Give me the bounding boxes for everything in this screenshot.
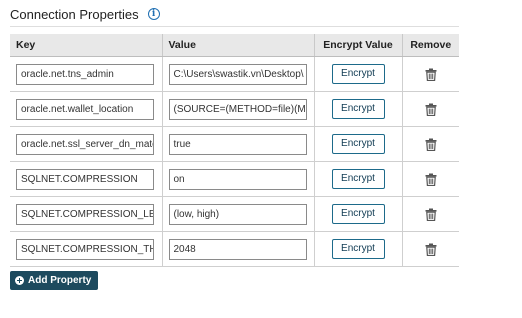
trash-icon [425, 138, 437, 151]
trash-icon [425, 103, 437, 116]
connection-properties-table: Key Value Encrypt Value Remove oracle.ne… [10, 34, 459, 267]
value-cell: (low, high) [161, 196, 314, 232]
property-value-input[interactable]: 2048 [168, 238, 307, 260]
value-cell: on [161, 161, 314, 197]
table-row: oracle.net.tns_admin C:\Users\swastik.vn\… [10, 56, 459, 92]
section-divider [10, 26, 459, 27]
encrypt-button[interactable]: Encrypt [331, 64, 385, 84]
key-cell: oracle.net.wallet_location [10, 91, 162, 127]
encrypt-button[interactable]: Encrypt [331, 169, 385, 189]
value-cell: 2048 [161, 231, 314, 267]
trash-icon [425, 68, 437, 81]
remove-cell[interactable] [401, 161, 459, 197]
column-header-key: Key [10, 34, 162, 57]
key-cell: oracle.net.ssl_server_dn_match [10, 126, 162, 162]
table-row: SQLNET.COMPRESSION_THRESHOLD 2048 Encrypt [10, 231, 459, 267]
remove-cell[interactable] [401, 196, 459, 232]
table-header-row: Key Value Encrypt Value Remove [10, 34, 459, 57]
property-value-input[interactable]: on [168, 168, 307, 190]
property-value-input[interactable]: (low, high) [168, 203, 307, 225]
key-cell: oracle.net.tns_admin [10, 56, 162, 92]
section-header: Connection Properties i [10, 4, 160, 24]
trash-icon [425, 173, 437, 186]
value-cell: (SOURCE=(METHOD=file)(METHOD_DATA= [161, 91, 314, 127]
property-key-input[interactable]: oracle.net.tns_admin [16, 63, 154, 85]
encrypt-button[interactable]: Encrypt [331, 134, 385, 154]
encrypt-cell: Encrypt [313, 56, 402, 92]
encrypt-cell: Encrypt [313, 196, 402, 232]
property-key-input[interactable]: oracle.net.wallet_location [16, 98, 154, 120]
table-row: oracle.net.wallet_location (SOURCE=(METHO… [10, 91, 459, 127]
property-value-input[interactable]: true [168, 133, 307, 155]
table-row: oracle.net.ssl_server_dn_match true Encryp… [10, 126, 459, 162]
encrypt-button[interactable]: Encrypt [331, 99, 385, 119]
section-title: Connection Properties [10, 6, 139, 22]
value-cell: C:\Users\swastik.vn\Desktop\ [161, 56, 314, 92]
encrypt-cell: Encrypt [313, 91, 402, 127]
encrypt-cell: Encrypt [313, 126, 402, 162]
column-header-value: Value [161, 34, 314, 57]
column-header-encrypt: Encrypt Value [313, 34, 402, 57]
add-property-label: Add Property [28, 275, 92, 286]
remove-cell[interactable] [401, 126, 459, 162]
remove-cell[interactable] [401, 91, 459, 127]
key-cell: SQLNET.COMPRESSION [10, 161, 162, 197]
table-row: SQLNET.COMPRESSION on Encrypt [10, 161, 459, 197]
encrypt-button[interactable]: Encrypt [331, 239, 385, 259]
encrypt-button[interactable]: Encrypt [331, 204, 385, 224]
trash-icon [425, 208, 437, 221]
plus-circle-icon [15, 276, 24, 285]
property-key-input[interactable]: SQLNET.COMPRESSION_LEVELS [16, 203, 154, 225]
encrypt-cell: Encrypt [313, 161, 402, 197]
key-cell: SQLNET.COMPRESSION_LEVELS [10, 196, 162, 232]
remove-cell[interactable] [401, 56, 459, 92]
property-key-input[interactable]: oracle.net.ssl_server_dn_match [16, 133, 154, 155]
property-key-input[interactable]: SQLNET.COMPRESSION [16, 168, 154, 190]
table-row: SQLNET.COMPRESSION_LEVELS (low, high) Encr… [10, 196, 459, 232]
info-icon[interactable]: i [147, 8, 160, 20]
trash-icon [425, 243, 437, 256]
key-cell: SQLNET.COMPRESSION_THRESHOLD [10, 231, 162, 267]
remove-cell[interactable] [401, 231, 459, 267]
value-cell: true [161, 126, 314, 162]
add-property-button[interactable]: Add Property [10, 271, 98, 290]
encrypt-cell: Encrypt [313, 231, 402, 267]
property-key-input[interactable]: SQLNET.COMPRESSION_THRESHOLD [16, 238, 154, 260]
property-value-input[interactable]: C:\Users\swastik.vn\Desktop\ [168, 63, 307, 85]
property-value-input[interactable]: (SOURCE=(METHOD=file)(METHOD_DATA= [168, 98, 307, 120]
column-header-remove: Remove [401, 34, 459, 57]
